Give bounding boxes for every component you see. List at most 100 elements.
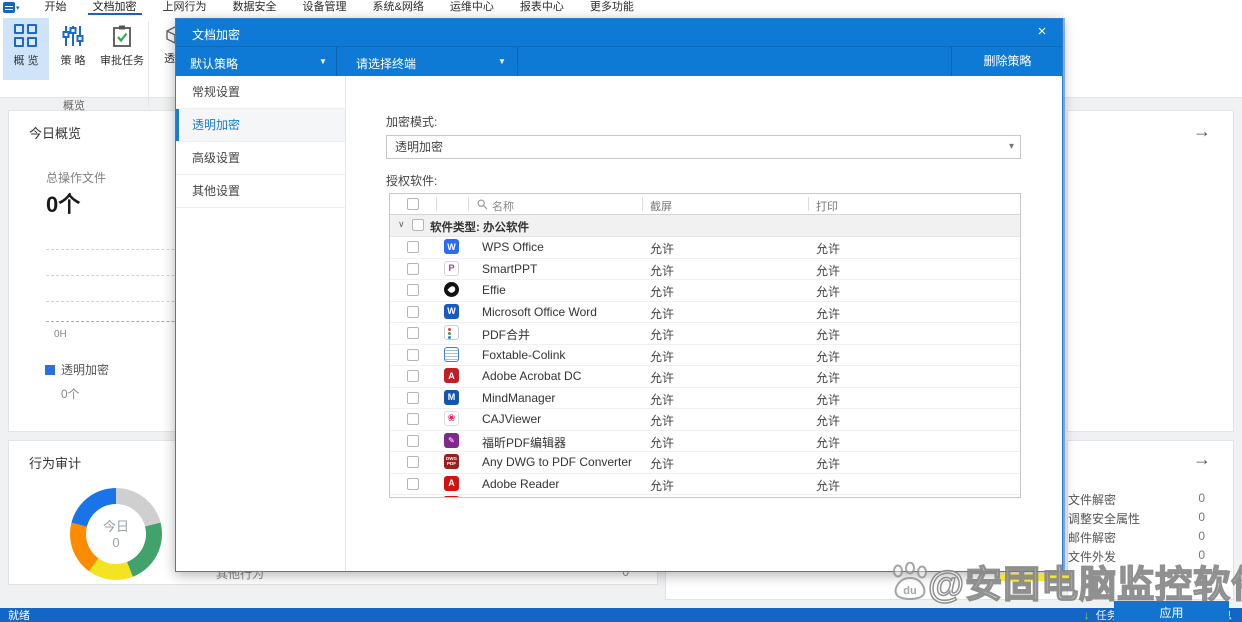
menu-bar: ▾ 开始文档加密上网行为数据安全设备管理系统&网络运维中心报表中心更多功能 [0,0,1242,15]
table-row: Any DWG to PDF Converter允许允许 [390,452,1020,474]
select-all-checkbox[interactable] [407,198,419,210]
table-row: WPS Office允许允许 [390,237,1020,259]
menu-tab-文档加密[interactable]: 文档加密 [80,0,150,15]
chevron-down-icon[interactable]: ▼ [498,57,506,66]
row-checkbox[interactable] [407,306,419,318]
list-item: 文件解密0 [1079,491,1233,510]
terminal-dropdown[interactable]: 请选择终端 [356,55,416,72]
print-permission: 允许 [816,348,840,365]
decrypt-stats-list: 文件解密0调整安全属性0邮件解密0文件外发0 [1079,491,1233,567]
policy-dropdown[interactable]: 默认策略 [190,55,238,72]
software-table: 名称 截屏 打印 ∨ 软件类型: 办公软件 WPS Office允许允许Smar… [389,193,1021,498]
table-row: PDF合并允许允许 [390,323,1020,345]
group-checkbox[interactable] [412,219,424,231]
foxtable-icon [444,347,459,362]
row-checkbox[interactable] [407,263,419,275]
list-item: 邮件解密0 [1079,529,1233,548]
row-checkbox[interactable] [407,284,419,296]
software-group-row: ∨ 软件类型: 办公软件 [390,215,1020,237]
row-checkbox[interactable] [407,435,419,447]
row-checkbox[interactable] [407,392,419,404]
stat-label: 文件外发 [1068,548,1116,565]
screenshot-permission: 允许 [650,305,674,322]
stat-label: 文件解密 [1068,491,1116,508]
overview-grid-icon [14,24,38,48]
dialog-nav-item-透明加密[interactable]: 透明加密 [176,109,345,142]
menu-tab-开始[interactable]: 开始 [32,0,80,15]
menu-tab-更多功能[interactable]: 更多功能 [577,0,647,15]
screenshot-permission: 允许 [650,391,674,408]
ribbon-button-label: 策 略 [52,52,94,68]
clipped-app-icon [444,496,459,498]
chevron-down-icon[interactable]: ▼ [319,57,327,66]
donut-center-label: 今日 [86,516,146,535]
row-checkbox[interactable] [407,413,419,425]
print-permission: 允许 [816,369,840,386]
print-permission: 允许 [816,283,840,300]
table-row: MindManager允许允许 [390,388,1020,410]
delete-policy-button[interactable]: 删除策略 [951,47,1064,76]
menu-tab-设备管理[interactable]: 设备管理 [290,0,360,15]
dialog-nav-item-其他设置[interactable]: 其他设置 [176,175,345,208]
row-checkbox[interactable] [407,327,419,339]
table-row: 福昕PDF编辑器允许允许 [390,431,1020,453]
row-checkbox[interactable] [407,241,419,253]
smartppt-icon [444,261,459,276]
menu-tab-报表中心[interactable]: 报表中心 [507,0,577,15]
menu-tab-系统&网络[interactable]: 系统&网络 [360,0,437,15]
table-row: Adobe Reader允许允许 [390,474,1020,496]
row-checkbox[interactable] [407,456,419,468]
row-checkbox[interactable] [407,370,419,382]
right-bottom-card: → 文件解密0调整安全属性0邮件解密0文件外发0 [1067,440,1234,600]
dialog-nav: 常规设置透明加密高级设置其他设置 [176,76,346,571]
sliders-icon [61,24,85,48]
dialog-nav-item-常规设置[interactable]: 常规设置 [176,76,345,109]
app-menu-button[interactable]: ▾ [3,2,20,13]
group-label: 软件类型: 办公软件 [430,219,529,235]
today-overview-title: 今日概览 [29,123,81,142]
print-permission: 允许 [816,240,840,257]
menu-tab-上网行为[interactable]: 上网行为 [150,0,220,15]
search-icon [477,199,488,210]
dialog-title: 文档加密 [192,26,240,43]
stat-label: 调整安全属性 [1068,510,1140,527]
close-icon[interactable]: × [1032,23,1052,40]
table-header: 名称 截屏 打印 [390,194,1020,215]
stat-label: 邮件解密 [1068,529,1116,546]
ribbon-button-approval[interactable]: 审批任务 [96,18,148,80]
pdf-merge-icon [444,325,459,340]
stat-value: 0 [1198,529,1205,543]
row-checkbox[interactable] [407,349,419,361]
screenshot-permission: 允许 [650,455,674,472]
menu-tab-运维中心[interactable]: 运维中心 [437,0,507,15]
dialog-nav-item-高级设置[interactable]: 高级设置 [176,142,345,175]
screenshot-column-header: 截屏 [650,198,672,214]
arrow-right-icon[interactable]: → [1193,449,1211,470]
mode-select[interactable]: 透明加密 ▾ [386,135,1021,159]
status-bar: 就绪 ↓ 任务中心 45条未读信息 [0,608,1242,622]
word-icon [444,304,459,319]
print-permission: 允许 [816,477,840,494]
download-arrow-icon: ↓ [1084,608,1090,622]
app-name: Any DWG to PDF Converter [482,455,632,469]
print-permission: 允许 [816,262,840,279]
ribbon-group-label: 概览 [0,97,148,113]
app-name: Foxtable-Colink [482,348,565,362]
row-checkbox[interactable] [407,478,419,490]
legend-value: 0个 [61,385,109,402]
screenshot-permission: 允许 [650,326,674,343]
chart-axis-label: 0H [54,329,67,340]
arrow-right-icon[interactable]: → [1193,121,1211,142]
menu-tabs: 开始文档加密上网行为数据安全设备管理系统&网络运维中心报表中心更多功能 [32,0,647,15]
name-column-header[interactable]: 名称 [492,198,514,214]
screenshot-permission: 允许 [650,262,674,279]
ribbon-button-policy[interactable]: 策 略 [52,18,94,80]
apply-button[interactable]: 应用 [1114,601,1229,622]
ribbon-button-overview[interactable]: 概 览 [3,18,49,80]
chevron-expanded-icon[interactable]: ∨ [398,219,405,230]
adobe-reader-icon [444,476,459,491]
legend-color-swatch [45,365,55,375]
mode-label: 加密模式: [386,113,437,130]
total-files-label: 总操作文件 [46,169,106,186]
menu-tab-数据安全[interactable]: 数据安全 [220,0,290,15]
